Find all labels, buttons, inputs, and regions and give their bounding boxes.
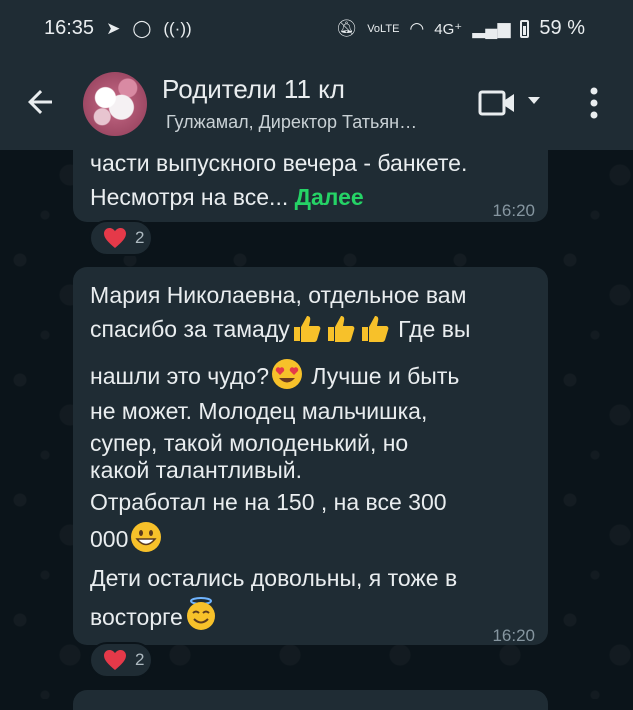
telegram-icon: ➤ — [106, 18, 121, 38]
heart-icon — [104, 228, 126, 248]
whatsapp-icon: ◯ — [132, 18, 152, 38]
thumbs-up-icon — [361, 316, 389, 342]
message-text-line: Дети остались довольны, я тоже в — [90, 565, 458, 591]
battery-percent: 59 % — [539, 17, 585, 39]
battery-icon — [520, 19, 530, 38]
network-type: 4G⁺ — [434, 20, 463, 38]
chat-title[interactable]: Родители 11 кл — [162, 74, 345, 105]
group-avatar[interactable] — [83, 72, 147, 136]
status-left: 16:35 ➤ ◯ ((·)) — [44, 17, 192, 40]
message-time: 16:20 — [492, 626, 535, 645]
reaction-count: 2 — [135, 228, 145, 247]
grinning-emoji-icon — [131, 522, 162, 552]
reaction-count: 2 — [135, 650, 145, 669]
status-time: 16:35 — [44, 17, 95, 39]
message-text-line: спасибо за тамаду Где вы — [90, 312, 470, 346]
reaction-badge[interactable]: 2 — [89, 220, 153, 256]
heart-icon — [104, 650, 126, 670]
message-text-fragment: Где вы — [391, 316, 471, 342]
message-text-line: не может. Молодец мальчишка, — [90, 398, 428, 424]
back-arrow-icon[interactable] — [22, 84, 58, 120]
message-bubble[interactable]: части выпускного вечера - банкете. Несмо… — [73, 138, 548, 222]
mute-icon: 🔕︎ — [335, 18, 358, 38]
message-text-fragment: нашли это чудо? — [90, 363, 270, 389]
reaction-badge[interactable]: 2 — [89, 642, 153, 678]
message-text-fragment: спасибо за тамаду — [90, 316, 290, 342]
wifi-icon: ◠ — [409, 18, 425, 38]
message-bubble[interactable]: Мария Николаевна, отдельное вам спасибо … — [73, 267, 548, 645]
status-bar: 16:35 ➤ ◯ ((·)) 🔕︎ VoLTE ◠ 4G⁺ ▂▄▆ 59 % — [0, 0, 633, 58]
message-text-line: Отработал не на 150 , на все 300 — [90, 489, 447, 515]
thumbs-up-icon — [327, 316, 355, 342]
thumbs-up-icon — [293, 316, 321, 342]
chat-header: Родители 11 кл Гулжамал, Директор Татьян… — [0, 58, 633, 150]
more-vert-icon[interactable] — [588, 86, 600, 120]
read-more-link[interactable]: Далее — [295, 184, 364, 210]
message-text-line: Мария Николаевна, отдельное вам — [90, 282, 467, 308]
message-text-fragment: восторге — [90, 604, 183, 630]
message-text-line: 000 — [90, 521, 164, 556]
message-text-line: части выпускного вечера - банкете. — [90, 150, 468, 176]
heart-eyes-emoji-icon — [272, 359, 303, 389]
hotspot-icon: ((·)) — [163, 18, 192, 38]
message-text-line: нашли это чудо? Лучше и быть — [90, 358, 459, 393]
message-text-line: Несмотря на все... — [90, 184, 289, 210]
message-text-fragment: Лучше и быть — [305, 363, 460, 389]
signal-icon: ▂▄▆ — [472, 18, 511, 38]
video-call-icon[interactable] — [478, 88, 516, 118]
message-text-line: Несмотря на все... Далее — [90, 180, 364, 214]
chat-members[interactable]: Гулжамал, Директор Татьян… — [166, 112, 417, 133]
status-right: 🔕︎ VoLTE ◠ 4G⁺ ▂▄▆ 59 % — [336, 17, 585, 40]
message-text-line: восторге — [90, 597, 219, 634]
chevron-down-icon[interactable] — [527, 96, 541, 106]
message-time: 16:20 — [492, 201, 535, 220]
message-text-fragment: 000 — [90, 526, 129, 552]
message-text-line: какой талантливый. — [90, 457, 302, 483]
halo-emoji-icon — [186, 597, 215, 630]
volte-icon: VoLTE — [367, 22, 400, 35]
next-message-bubble[interactable] — [73, 690, 548, 710]
